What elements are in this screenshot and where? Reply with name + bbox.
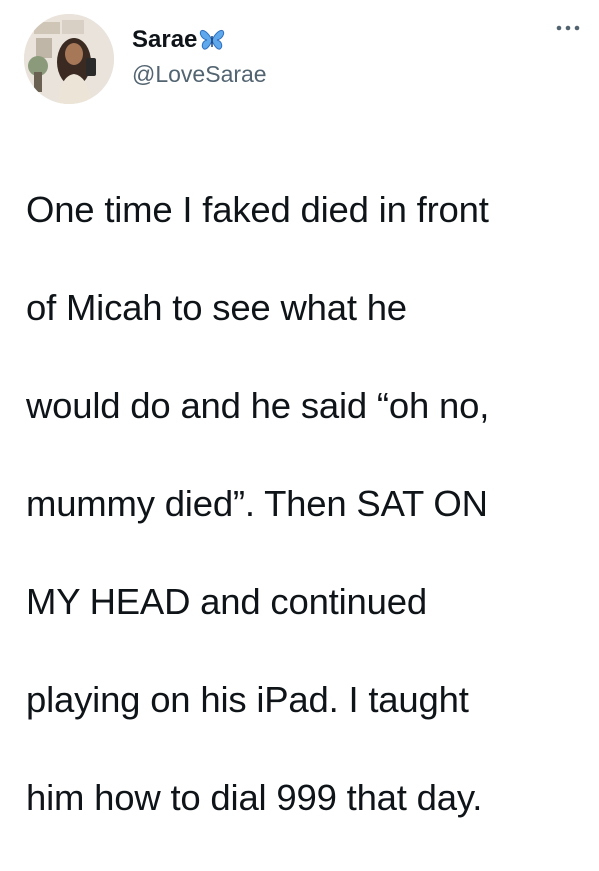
- tweet-text-line: MY HEAD and continued: [26, 581, 427, 622]
- avatar-image: [24, 14, 114, 104]
- butterfly-icon: [199, 28, 225, 52]
- tweet-text-line: him how to dial 999 that day.: [26, 777, 483, 818]
- more-horizontal-icon[interactable]: [553, 20, 583, 36]
- user-handle[interactable]: @LoveSarae: [132, 60, 267, 88]
- avatar[interactable]: [24, 14, 114, 104]
- tweet-text-line: would do and he said “oh no,: [26, 385, 490, 426]
- tweet-text: One time I faked died in front of Micah …: [26, 136, 586, 871]
- tweet-card: Sarae @LoveSarae One time I faked died i…: [0, 0, 599, 818]
- name-row: Sarae: [132, 26, 225, 54]
- display-name[interactable]: Sarae: [132, 26, 197, 54]
- tweet-text-line: of Micah to see what he: [26, 287, 407, 328]
- tweet-text-line: One time I faked died in front: [26, 189, 489, 230]
- tweet-text-line: playing on his iPad. I taught: [26, 679, 469, 720]
- tweet-text-line: mummy died”. Then SAT ON: [26, 483, 488, 524]
